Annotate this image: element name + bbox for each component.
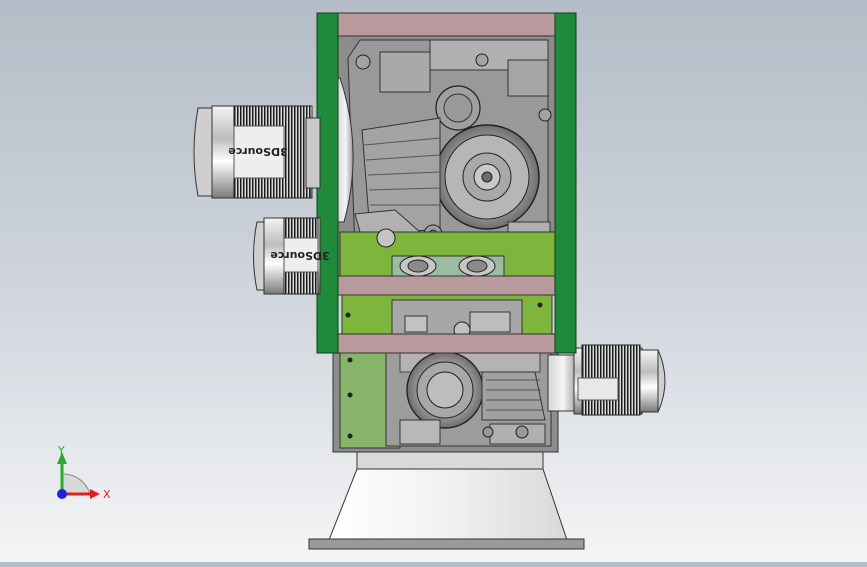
motor-brand-label-lower: 3DSource bbox=[270, 249, 330, 262]
lower-left-drive-motor[interactable]: 3DSource bbox=[253, 217, 330, 295]
base-stand[interactable] bbox=[308, 451, 585, 550]
triad-arc bbox=[61, 473, 91, 495]
lower-gear-housing[interactable] bbox=[332, 344, 559, 453]
motor-brand-label-upper: 3DSource bbox=[228, 145, 288, 158]
bearing-right[interactable] bbox=[458, 255, 496, 277]
coordinate-triad: Y X bbox=[57, 444, 111, 501]
right-drive-motor[interactable] bbox=[547, 344, 666, 416]
bearing-left[interactable] bbox=[399, 255, 437, 277]
model-viewport[interactable]: 3DSource 3DSource Y X bbox=[0, 0, 867, 562]
x-axis-label: X bbox=[103, 488, 111, 501]
y-axis-label: Y bbox=[57, 444, 65, 457]
gearbox-assembly-model[interactable]: 3DSource 3DSource Y X bbox=[0, 0, 867, 562]
z-axis-dot bbox=[57, 489, 67, 499]
x-axis-arrowhead bbox=[90, 489, 100, 499]
